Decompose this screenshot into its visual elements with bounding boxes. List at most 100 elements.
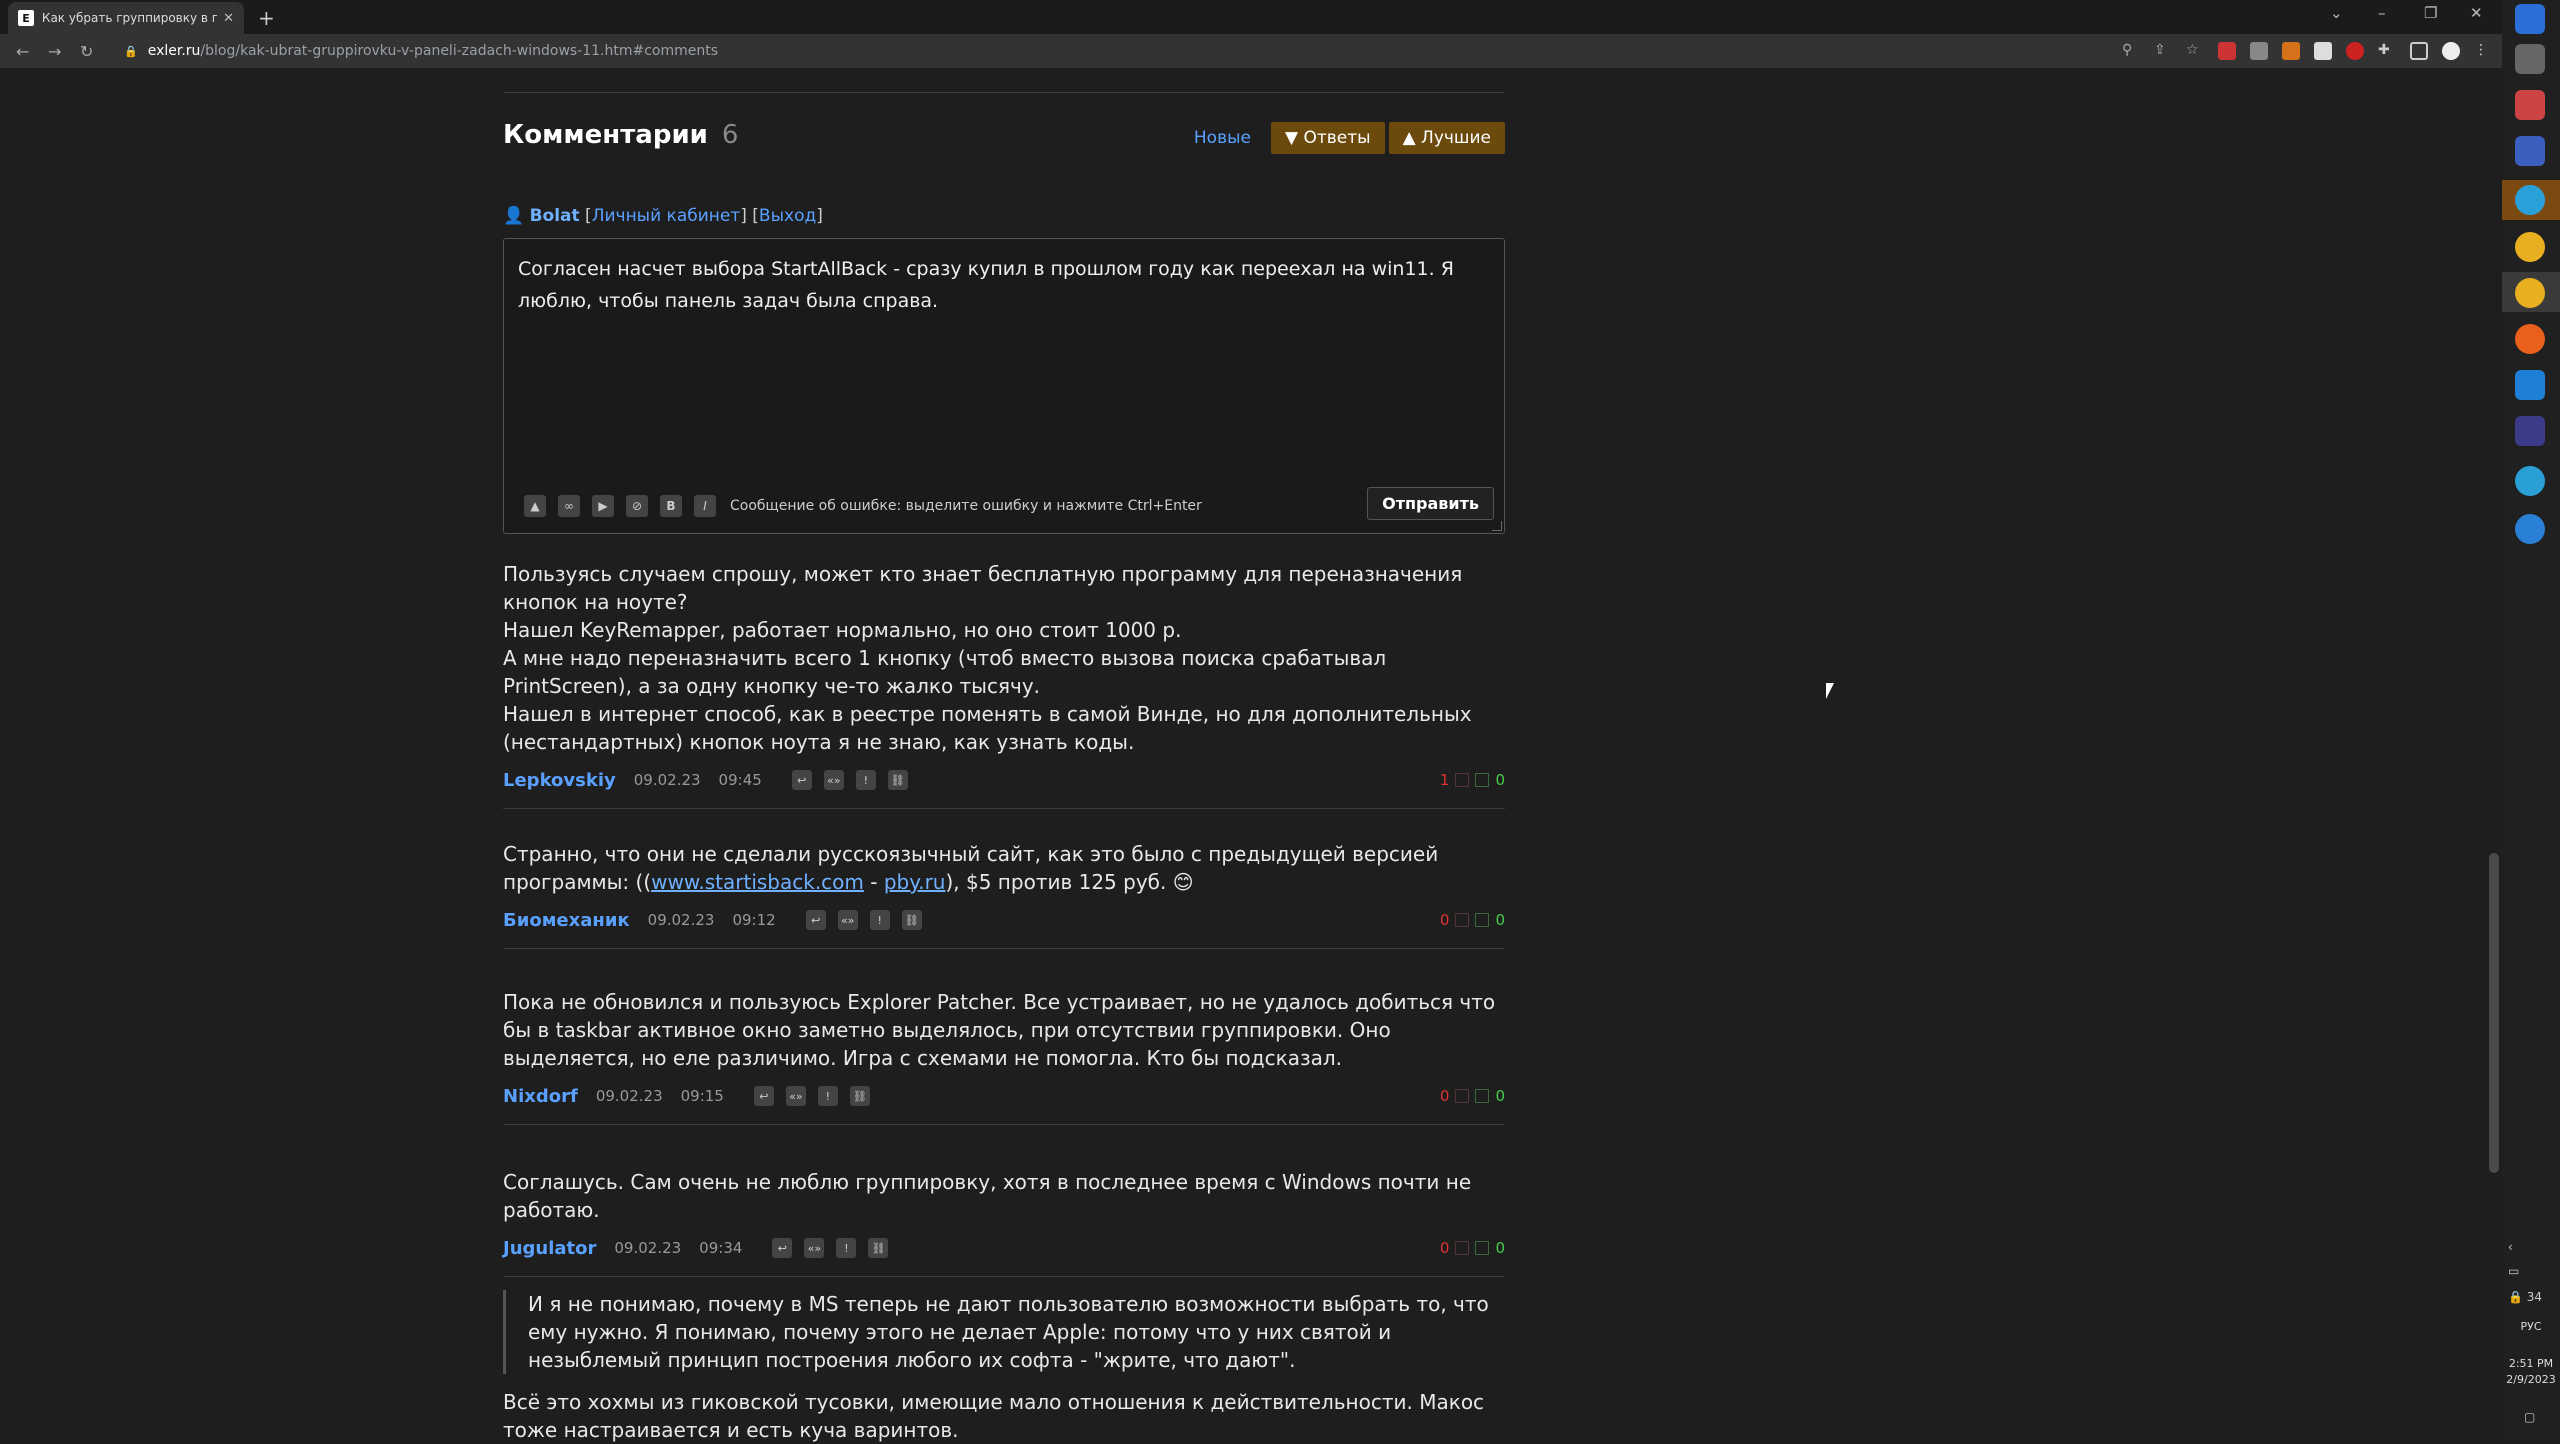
new-tab-icon[interactable]: + [258, 6, 275, 30]
logout-link[interactable]: Выход [759, 206, 816, 226]
chrome-browser-icon[interactable] [2515, 232, 2545, 262]
reply-icon[interactable]: ↩ [772, 1238, 793, 1258]
tab-close-icon[interactable]: ✕ [223, 11, 234, 26]
vote-down-button[interactable] [1455, 913, 1470, 927]
restore-icon[interactable]: ❐ [2424, 4, 2437, 22]
comment-textarea[interactable]: Согласен насчет выбора StartAllBack - ср… [518, 253, 1488, 317]
error-hint: Сообщение об ошибке: выделите ошибку и н… [730, 498, 1202, 514]
forward-icon[interactable]: → [48, 42, 64, 61]
app-red-icon[interactable] [2515, 90, 2545, 120]
spoiler-icon[interactable]: ⊘ [626, 495, 648, 517]
vote-down-button[interactable] [1455, 773, 1470, 787]
user-name[interactable]: Bolat [530, 206, 580, 226]
menu-kebab-icon[interactable]: ⋮ [2474, 42, 2492, 60]
vote-up-button[interactable] [1475, 773, 1490, 787]
comment-actions: ↩ «» ! ⛓ [805, 910, 922, 930]
scrollbar-thumb[interactable] [2489, 853, 2499, 1173]
notifications-icon[interactable]: ▢ [2524, 1410, 2535, 1424]
vote-up-button[interactable] [1475, 913, 1490, 927]
vote-negative-count: 0 [1439, 1239, 1450, 1257]
network-icon[interactable]: ▭ [2508, 1264, 2519, 1278]
quote-icon[interactable]: «» [823, 770, 844, 790]
search-app-icon[interactable] [2515, 514, 2545, 544]
insert-image-icon[interactable]: ▲ [524, 495, 546, 517]
vote-down-button[interactable] [1455, 1241, 1470, 1255]
zoom-icon[interactable]: ⚲ [2122, 42, 2140, 60]
reply-icon[interactable]: ↩ [753, 1086, 774, 1106]
bookmark-star-icon[interactable]: ☆ [2186, 42, 2204, 60]
chrome-browser-icon[interactable] [2515, 278, 2545, 308]
share-icon[interactable]: ⇪ [2154, 42, 2172, 60]
report-icon[interactable]: ! [817, 1086, 838, 1106]
permalink-icon[interactable]: ⛓ [901, 910, 922, 930]
language-indicator[interactable]: РУС [2502, 1320, 2560, 1333]
comment-date: 09.02.23 [647, 911, 715, 929]
permalink-icon[interactable]: ⛓ [887, 770, 908, 790]
comment-editor[interactable]: Согласен насчет выбора StartAllBack - ср… [503, 238, 1505, 534]
insert-link-icon[interactable]: ∞ [558, 495, 580, 517]
side-panel-icon[interactable] [2410, 42, 2428, 60]
comment-author[interactable]: Jugulator [503, 1238, 596, 1259]
tab-search-icon[interactable]: ⌄ [2330, 4, 2343, 22]
comments-count: 6 [721, 120, 739, 150]
sort-new-link[interactable]: Новые [1178, 122, 1267, 154]
minimize-icon[interactable]: – [2378, 4, 2386, 22]
comment-author[interactable]: Биомеханик [503, 910, 630, 931]
vote-up-button[interactable] [1475, 1241, 1490, 1255]
tab-title: Как убрать группировку в пане [41, 11, 218, 25]
italic-icon[interactable]: I [694, 495, 716, 517]
permalink-icon[interactable]: ⛓ [849, 1086, 870, 1106]
vscode-icon[interactable] [2515, 370, 2545, 400]
comment-line: А мне надо переназначить всего 1 кнопку … [503, 646, 1387, 698]
start-windows-icon[interactable] [2515, 4, 2545, 34]
quote-icon[interactable]: «» [804, 1238, 825, 1258]
chevron-left-icon[interactable]: ‹ [2508, 1240, 2513, 1254]
reply-icon[interactable]: ↩ [791, 770, 812, 790]
extension-red-icon[interactable] [2218, 42, 2236, 60]
startisback-link[interactable]: www.startisback.com [651, 870, 864, 894]
task-view-icon[interactable] [2515, 44, 2545, 74]
quote-icon[interactable]: «» [785, 1086, 806, 1106]
edge-browser-icon[interactable] [2515, 185, 2545, 215]
report-icon[interactable]: ! [869, 910, 890, 930]
url-field[interactable]: exler.ru/blog/kak-ubrat-gruppirovku-v-pa… [148, 43, 718, 59]
bold-icon[interactable]: B [660, 495, 682, 517]
close-window-icon[interactable]: ✕ [2470, 4, 2483, 22]
report-icon[interactable]: ! [836, 1238, 857, 1258]
cabinet-link[interactable]: Личный кабинет [592, 206, 741, 226]
page-scrollbar[interactable] [2486, 68, 2502, 1440]
comment-line: Нашел KeyRemapper, работает нормально, н… [503, 618, 1182, 642]
lock-icon[interactable]: 🔒 [124, 45, 138, 58]
extension-page-icon[interactable] [2314, 42, 2332, 60]
firefox-icon[interactable] [2515, 324, 2545, 354]
divider [503, 1124, 1505, 1125]
profile-avatar-icon[interactable] [2442, 42, 2460, 60]
browser-tab[interactable]: E Как убрать группировку в пане ✕ [8, 2, 244, 34]
report-icon[interactable]: ! [855, 770, 876, 790]
extensions-puzzle-icon[interactable]: ✚ [2378, 42, 2396, 60]
extension-glasses-icon[interactable] [2250, 42, 2268, 60]
extension-stop-icon[interactable] [2346, 42, 2364, 60]
sort-best-button[interactable]: ▲ Лучшие [1388, 122, 1505, 154]
resize-handle[interactable] [1492, 521, 1502, 531]
extension-fox-icon[interactable] [2282, 42, 2300, 60]
send-button[interactable]: Отправить [1367, 487, 1494, 520]
volume-icon[interactable]: 🔒 34 [2508, 1290, 2542, 1304]
vote-down-button[interactable] [1455, 1089, 1470, 1103]
comment-author[interactable]: Nixdorf [503, 1086, 578, 1107]
quote-icon[interactable]: «» [837, 910, 858, 930]
back-icon[interactable]: ← [16, 42, 32, 61]
clock-time: 2:51 PM [2508, 1357, 2554, 1370]
comment-author[interactable]: Lepkovskiy [503, 770, 616, 791]
reload-icon[interactable]: ↻ [80, 42, 96, 61]
vote-up-button[interactable] [1475, 1089, 1490, 1103]
app-sw-icon[interactable] [2515, 416, 2545, 446]
sort-replies-button[interactable]: ▼ Ответы [1270, 122, 1385, 154]
permalink-icon[interactable]: ⛓ [868, 1238, 889, 1258]
reply-icon[interactable]: ↩ [805, 910, 826, 930]
insert-video-icon[interactable]: ▶ [592, 495, 614, 517]
telegram-icon[interactable] [2515, 466, 2545, 496]
app-save-icon[interactable] [2515, 136, 2545, 166]
pby-link[interactable]: pby.ru [884, 870, 946, 894]
taskbar-clock[interactable]: 2:51 PM 2/9/2023 [2502, 1356, 2560, 1388]
